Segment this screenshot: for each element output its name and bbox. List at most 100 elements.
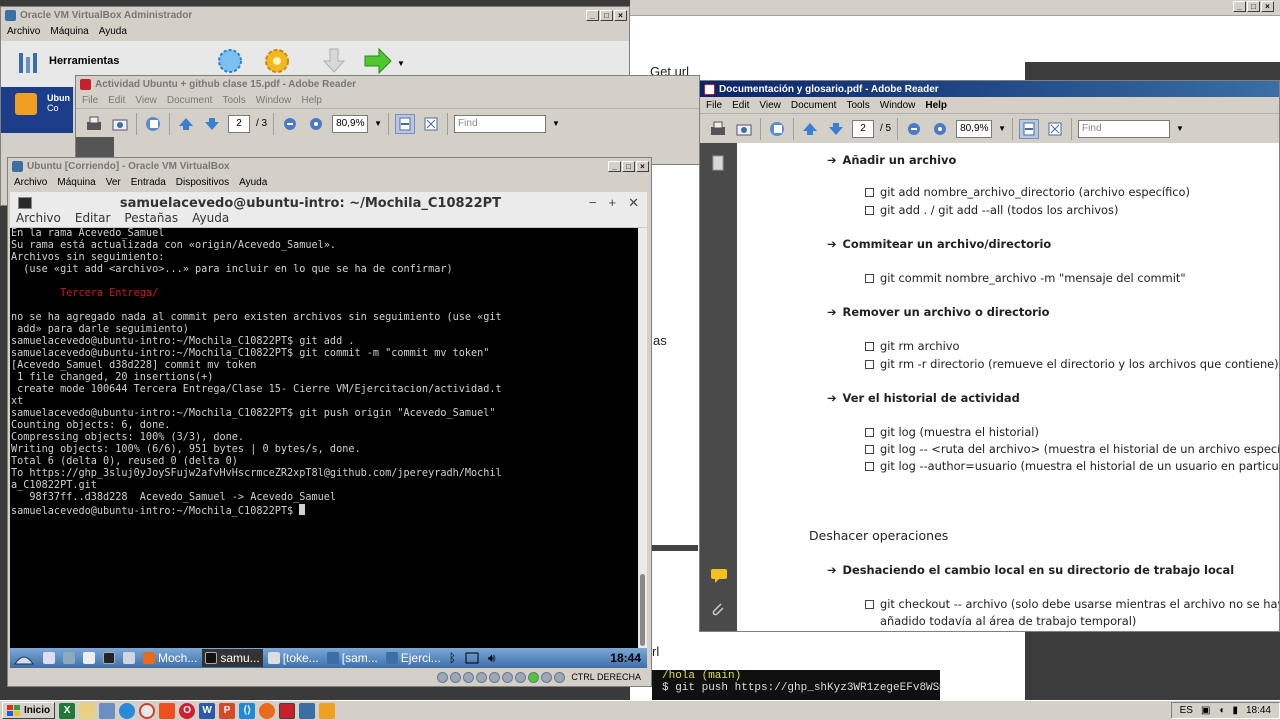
adobe-reader-window-activity[interactable]: Actividad Ubuntu + github clase 15.pdf -… bbox=[75, 75, 700, 166]
shared-folder-icon[interactable] bbox=[502, 671, 514, 683]
maximize-icon[interactable]: □ bbox=[1247, 1, 1260, 12]
network-status-icon[interactable]: ▣ bbox=[1201, 705, 1210, 716]
settings-icon[interactable] bbox=[60, 649, 78, 667]
text-editor-icon[interactable] bbox=[80, 649, 98, 667]
window-titlebar[interactable]: Oracle VM VirtualBox Administrador _ □ × bbox=[1, 7, 629, 23]
minimize-icon[interactable]: − bbox=[589, 195, 597, 211]
fit-page-icon[interactable] bbox=[395, 113, 416, 134]
minimize-icon[interactable]: _ bbox=[608, 160, 621, 172]
menu-help[interactable]: Help bbox=[925, 100, 947, 111]
taskbar-item-editor[interactable]: [toke... bbox=[265, 649, 322, 667]
zoom-level-input[interactable]: 80,9% bbox=[332, 114, 369, 133]
collaborate-icon[interactable] bbox=[767, 119, 787, 139]
menu-archivo[interactable]: Archivo bbox=[14, 177, 47, 188]
ubuntu-vm-taskbar-icon[interactable] bbox=[319, 702, 336, 719]
zoom-out-icon[interactable] bbox=[904, 119, 924, 139]
taskbar-item-editor-2[interactable]: [sam... bbox=[324, 649, 381, 667]
terminal-menu-archivo[interactable]: Archivo bbox=[16, 212, 61, 227]
taskbar-item-terminal[interactable]: samu... bbox=[202, 649, 263, 667]
display-icon[interactable] bbox=[515, 671, 527, 683]
network-icon[interactable] bbox=[99, 702, 116, 719]
optical-drive-icon[interactable] bbox=[450, 671, 462, 683]
menu-window[interactable]: Window bbox=[256, 95, 292, 106]
terminal-menu-ayuda[interactable]: Ayuda bbox=[192, 212, 229, 227]
previous-page-icon[interactable] bbox=[800, 119, 820, 139]
menu-edit[interactable]: Edit bbox=[108, 95, 125, 106]
menu-maquina[interactable]: Máquina bbox=[50, 26, 88, 37]
discard-arrow-icon[interactable] bbox=[321, 47, 347, 75]
maximize-icon[interactable]: □ bbox=[622, 160, 635, 172]
volume-icon[interactable]: 🔊︎ bbox=[485, 649, 499, 667]
minimize-icon[interactable]: _ bbox=[1233, 1, 1246, 12]
chevron-down-icon[interactable]: ▼ bbox=[552, 119, 560, 128]
zoom-in-icon[interactable] bbox=[306, 114, 326, 134]
close-icon[interactable]: × bbox=[636, 160, 649, 172]
file-manager-icon[interactable] bbox=[40, 649, 58, 667]
menu-edit[interactable]: Edit bbox=[732, 100, 749, 111]
menu-file[interactable]: File bbox=[706, 100, 722, 111]
previous-page-icon[interactable] bbox=[176, 114, 196, 134]
menu-tools[interactable]: Tools bbox=[222, 95, 245, 106]
zoom-in-icon[interactable] bbox=[930, 119, 950, 139]
terminal-output[interactable]: En la rama Acevedo_Samuel Su rama está ac… bbox=[10, 228, 638, 648]
scrollbar-thumb[interactable] bbox=[640, 574, 645, 646]
menu-maquina[interactable]: Máquina bbox=[57, 177, 95, 188]
start-button[interactable]: Inicio bbox=[2, 702, 56, 719]
terminal-scrollbar[interactable] bbox=[638, 228, 647, 648]
close-icon[interactable]: ✕ bbox=[628, 195, 639, 211]
window-titlebar[interactable]: Ubuntu [Corriendo] - Oracle VM VirtualBo… bbox=[8, 158, 651, 174]
fit-page-icon[interactable] bbox=[1019, 118, 1040, 139]
print-icon[interactable] bbox=[84, 114, 104, 134]
bluetooth-icon[interactable]: ᛒ bbox=[446, 649, 459, 667]
menu-help[interactable]: Help bbox=[301, 95, 322, 106]
recording-icon[interactable] bbox=[528, 671, 540, 683]
window-titlebar[interactable]: Documentación y glosario.pdf - Adobe Rea… bbox=[700, 81, 1279, 97]
minimize-icon[interactable]: _ bbox=[586, 9, 599, 21]
guest-clock[interactable]: 18:44 bbox=[610, 651, 647, 665]
settings-gear-icon[interactable] bbox=[263, 47, 291, 75]
hard-disk-icon[interactable] bbox=[437, 671, 449, 683]
adobe-reader-icon[interactable] bbox=[279, 702, 296, 719]
menu-ayuda[interactable]: Ayuda bbox=[99, 26, 127, 37]
ubuntu-vm-window[interactable]: Ubuntu [Corriendo] - Oracle VM VirtualBo… bbox=[7, 157, 652, 687]
terminal-menu-pestanas[interactable]: Pestañas bbox=[124, 212, 178, 227]
mouse-integration-icon[interactable] bbox=[554, 671, 566, 683]
menu-tools[interactable]: Tools bbox=[846, 100, 869, 111]
menu-view[interactable]: View bbox=[135, 95, 157, 106]
comments-icon[interactable] bbox=[710, 567, 727, 583]
battery-icon[interactable]: ▮ bbox=[1232, 705, 1238, 716]
chevron-down-icon[interactable]: ▼ bbox=[998, 124, 1006, 133]
page-number-input[interactable]: 2 bbox=[852, 119, 874, 138]
language-indicator[interactable]: ES bbox=[1180, 705, 1193, 716]
close-icon[interactable]: × bbox=[1261, 1, 1274, 12]
opera-icon[interactable]: O bbox=[179, 702, 196, 719]
next-page-icon[interactable] bbox=[826, 119, 846, 139]
chevron-down-icon[interactable]: ▼ bbox=[1176, 124, 1184, 133]
menu-entrada[interactable]: Entrada bbox=[131, 177, 166, 188]
page-number-input[interactable]: 2 bbox=[228, 114, 250, 133]
menu-window[interactable]: Window bbox=[880, 100, 916, 111]
menu-ver[interactable]: Ver bbox=[106, 177, 121, 188]
tools-label[interactable]: Herramientas bbox=[49, 55, 119, 67]
menu-ayuda[interactable]: Ayuda bbox=[239, 177, 267, 188]
powerpoint-icon[interactable]: P bbox=[219, 702, 236, 719]
brave-icon[interactable] bbox=[159, 702, 176, 719]
audio-icon[interactable] bbox=[463, 671, 475, 683]
start-arrow-icon[interactable] bbox=[363, 47, 393, 75]
menu-archivo[interactable]: Archivo bbox=[7, 26, 40, 37]
maximize-icon[interactable]: □ bbox=[600, 9, 613, 21]
firefox-icon[interactable] bbox=[259, 702, 276, 719]
terminal-launcher-icon[interactable] bbox=[100, 649, 118, 667]
menu-dispositivos[interactable]: Dispositivos bbox=[176, 177, 229, 188]
usb-icon[interactable] bbox=[489, 671, 501, 683]
full-screen-icon[interactable] bbox=[1045, 119, 1065, 139]
print-icon[interactable] bbox=[708, 119, 728, 139]
virtualbox-icon[interactable] bbox=[299, 702, 316, 719]
menu-document[interactable]: Document bbox=[791, 100, 837, 111]
full-screen-icon[interactable] bbox=[421, 114, 441, 134]
messenger-icon[interactable] bbox=[119, 702, 136, 719]
word-icon[interactable]: W bbox=[199, 702, 216, 719]
maximize-icon[interactable]: + bbox=[609, 195, 617, 211]
vm-list-selected-item[interactable]: Ubun Co bbox=[1, 87, 73, 133]
adobe-reader-window-glossary[interactable]: Documentación y glosario.pdf - Adobe Rea… bbox=[699, 80, 1280, 632]
